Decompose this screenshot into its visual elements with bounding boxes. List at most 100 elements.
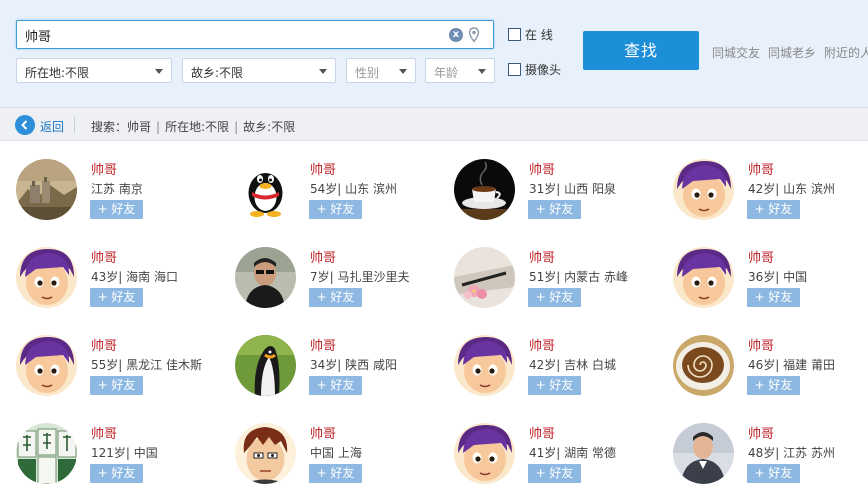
latte-photo-icon <box>673 335 734 396</box>
result-name[interactable]: 帅哥 <box>310 247 336 266</box>
add-friend-button[interactable]: + 好友 <box>309 288 362 307</box>
avatar[interactable] <box>235 247 296 308</box>
location-dropdown[interactable]: 所在地:不限 <box>16 58 172 83</box>
result-name[interactable]: 帅哥 <box>310 423 336 442</box>
cartoon-brown-hair-icon <box>235 423 296 484</box>
find-button[interactable]: 查找 <box>583 31 699 70</box>
result-card[interactable]: 帅哥 41岁| 湖南 常德 + 好友 <box>454 423 664 503</box>
result-name[interactable]: 帅哥 <box>91 423 117 442</box>
avatar[interactable] <box>673 159 734 220</box>
result-card[interactable]: 帅哥 42岁| 吉林 白城 + 好友 <box>454 335 664 415</box>
add-friend-button[interactable]: + 好友 <box>90 200 143 219</box>
add-friend-button[interactable]: + 好友 <box>747 376 800 395</box>
online-checkbox[interactable] <box>508 28 521 41</box>
result-card[interactable]: 帅哥 7岁| 马扎里沙里夫 + 好友 <box>235 247 445 327</box>
avatar[interactable] <box>454 335 515 396</box>
result-name[interactable]: 帅哥 <box>748 247 774 266</box>
clear-search-icon[interactable]: x <box>449 28 463 42</box>
search-summary-prefix: 搜索： <box>91 120 128 134</box>
avatar[interactable] <box>235 335 296 396</box>
result-card[interactable]: 帅哥 42岁| 山东 滨州 + 好友 <box>673 159 868 239</box>
gender-dropdown[interactable]: 性别 <box>346 58 416 83</box>
result-name[interactable]: 帅哥 <box>310 159 336 178</box>
back-arrow-icon[interactable] <box>15 115 35 135</box>
result-card[interactable]: 帅哥 江苏 南京 + 好友 <box>16 159 226 239</box>
result-info: 42岁| 吉林 白城 <box>529 358 616 372</box>
result-name[interactable]: 帅哥 <box>91 159 117 178</box>
add-friend-button[interactable]: + 好友 <box>747 288 800 307</box>
result-card[interactable]: 帅哥 43岁| 海南 海口 + 好友 <box>16 247 226 327</box>
result-info: 48岁| 江苏 苏州 <box>748 446 835 460</box>
search-box[interactable]: x <box>16 20 494 49</box>
avatar[interactable] <box>235 423 296 484</box>
location-pin-icon[interactable] <box>468 27 480 43</box>
add-friend-button[interactable]: + 好友 <box>309 376 362 395</box>
avatar[interactable] <box>235 159 296 220</box>
crumb-separator: | <box>234 120 239 134</box>
avatar[interactable] <box>673 247 734 308</box>
result-card[interactable]: 帅哥 48岁| 江苏 苏州 + 好友 <box>673 423 868 503</box>
back-link[interactable]: 返回 <box>40 118 64 135</box>
search-input[interactable] <box>25 25 445 45</box>
penguin-photo-icon <box>235 335 296 396</box>
cartoon-purple-hair-icon <box>454 335 515 396</box>
avatar[interactable] <box>673 335 734 396</box>
cartoon-purple-hair-icon <box>673 159 734 220</box>
add-friend-button[interactable]: + 好友 <box>90 464 143 483</box>
result-name[interactable]: 帅哥 <box>91 335 117 354</box>
result-name[interactable]: 帅哥 <box>310 335 336 354</box>
add-friend-button[interactable]: + 好友 <box>309 464 362 483</box>
result-name[interactable]: 帅哥 <box>529 159 555 178</box>
result-card[interactable]: 帅哥 中国 上海 + 好友 <box>235 423 445 503</box>
quick-link-same-city[interactable]: 同城交友 <box>712 46 760 60</box>
age-dropdown[interactable]: 年龄 <box>425 58 495 83</box>
result-name[interactable]: 帅哥 <box>748 335 774 354</box>
avatar[interactable] <box>16 423 77 484</box>
quick-link-nearby[interactable]: 附近的人 <box>824 46 868 60</box>
result-name[interactable]: 帅哥 <box>529 247 555 266</box>
result-name[interactable]: 帅哥 <box>748 159 774 178</box>
penguin-logo-icon <box>235 159 296 220</box>
location-dropdown-label: 所在地:不限 <box>25 66 90 80</box>
result-card[interactable]: 帅哥 46岁| 福建 莆田 + 好友 <box>673 335 868 415</box>
avatar[interactable] <box>454 423 515 484</box>
add-friend-button[interactable]: + 好友 <box>90 376 143 395</box>
chevron-down-icon <box>478 69 486 74</box>
camera-label[interactable]: 摄像头 <box>525 61 561 78</box>
add-friend-button[interactable]: + 好友 <box>747 464 800 483</box>
add-friend-button[interactable]: + 好友 <box>309 200 362 219</box>
result-card[interactable]: 帅哥 54岁| 山东 滨州 + 好友 <box>235 159 445 239</box>
result-card[interactable]: 帅哥 55岁| 黑龙江 佳木斯 + 好友 <box>16 335 226 415</box>
result-name[interactable]: 帅哥 <box>529 335 555 354</box>
avatar[interactable] <box>673 423 734 484</box>
avatar[interactable] <box>16 247 77 308</box>
quick-link-fellow-townsman[interactable]: 同城老乡 <box>768 46 816 60</box>
online-label[interactable]: 在 线 <box>525 26 553 43</box>
result-card[interactable]: 帅哥 121岁| 中国 + 好友 <box>16 423 226 503</box>
result-name[interactable]: 帅哥 <box>91 247 117 266</box>
result-name[interactable]: 帅哥 <box>748 423 774 442</box>
add-friend-button[interactable]: + 好友 <box>528 464 581 483</box>
result-info: 55岁| 黑龙江 佳木斯 <box>91 358 202 372</box>
add-friend-button[interactable]: + 好友 <box>747 200 800 219</box>
avatar[interactable] <box>454 247 515 308</box>
result-info: 42岁| 山东 滨州 <box>748 182 835 196</box>
camera-checkbox[interactable] <box>508 63 521 76</box>
add-friend-button[interactable]: + 好友 <box>528 288 581 307</box>
age-dropdown-label: 年龄 <box>434 66 459 80</box>
add-friend-button[interactable]: + 好友 <box>528 200 581 219</box>
avatar[interactable] <box>16 335 77 396</box>
result-info: 江苏 南京 <box>91 182 143 196</box>
divider <box>74 117 75 133</box>
hometown-dropdown[interactable]: 故乡:不限 <box>182 58 336 83</box>
add-friend-button[interactable]: + 好友 <box>90 288 143 307</box>
result-card[interactable]: 帅哥 34岁| 陕西 咸阳 + 好友 <box>235 335 445 415</box>
avatar[interactable] <box>454 159 515 220</box>
avatar[interactable] <box>16 159 77 220</box>
cartoon-purple-hair-icon <box>16 335 77 396</box>
result-card[interactable]: 帅哥 36岁| 中国 + 好友 <box>673 247 868 327</box>
result-card[interactable]: 帅哥 31岁| 山西 阳泉 + 好友 <box>454 159 664 239</box>
result-card[interactable]: 帅哥 51岁| 内蒙古 赤峰 + 好友 <box>454 247 664 327</box>
add-friend-button[interactable]: + 好友 <box>528 376 581 395</box>
result-name[interactable]: 帅哥 <box>529 423 555 442</box>
